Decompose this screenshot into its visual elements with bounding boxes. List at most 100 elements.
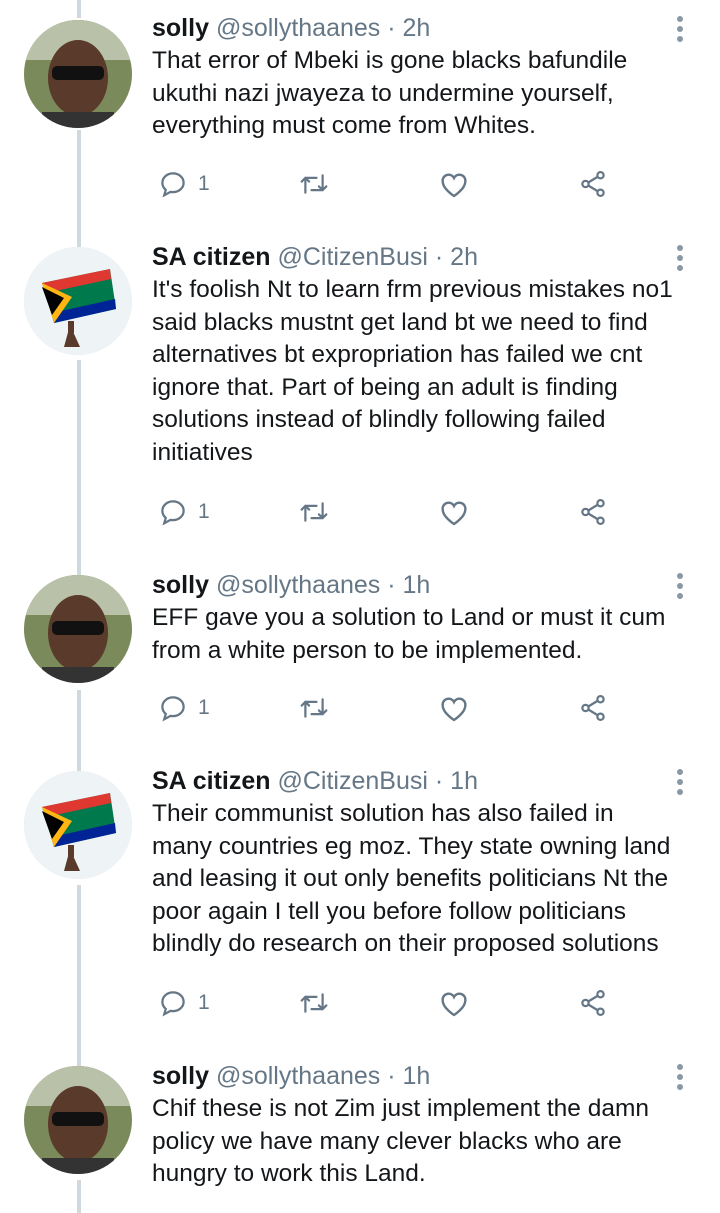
user-handle[interactable]: @sollythaanes	[216, 571, 380, 599]
tweet-header: solly @sollythaanes · 2h	[152, 12, 430, 44]
tweet-text: That error of Mbeki is gone blacks bafun…	[152, 45, 692, 143]
share-icon	[581, 171, 605, 197]
tweet-header: SA citizen @CitizenBusi · 2h	[152, 241, 478, 273]
separator-dot: ·	[387, 571, 396, 599]
more-options-icon[interactable]	[674, 769, 686, 799]
tweet-text-line: Their communist solution has also failed…	[152, 800, 614, 827]
more-options-icon[interactable]	[674, 573, 686, 603]
tweet-text-line: It's foolish Nt to learn frm previous mi…	[152, 276, 673, 303]
user-handle[interactable]: @CitizenBusi	[278, 243, 428, 271]
reply-button[interactable]: 1	[158, 492, 210, 532]
reply-icon	[161, 696, 185, 722]
reply-count: 1	[198, 172, 210, 195]
tweet[interactable]: SA citizen @CitizenBusi · 2h It's foolis…	[0, 241, 720, 551]
tweet-header: solly @sollythaanes · 1h	[152, 1060, 430, 1092]
tweet-actions: 1	[152, 164, 632, 204]
user-name[interactable]: solly	[152, 1062, 209, 1090]
user-handle[interactable]: @CitizenBusi	[278, 767, 428, 795]
user-handle[interactable]: @sollythaanes	[216, 14, 380, 42]
like-button[interactable]	[438, 164, 470, 204]
avatar[interactable]	[24, 247, 132, 355]
tweet-actions: 1	[152, 983, 632, 1023]
heart-icon	[441, 992, 467, 1017]
tweet-header: solly @sollythaanes · 1h	[152, 569, 430, 601]
share-icon	[581, 990, 605, 1016]
tweet-text-line: EFF gave you a solution to Land or must …	[152, 604, 666, 631]
avatar[interactable]	[24, 575, 132, 683]
user-name[interactable]: SA citizen	[152, 767, 271, 795]
more-options-icon[interactable]	[674, 245, 686, 275]
heart-icon	[441, 697, 467, 722]
retweet-button[interactable]	[298, 983, 330, 1023]
like-button[interactable]	[438, 492, 470, 532]
tweet-text-line: policy we have many clever blacks who ar…	[152, 1127, 622, 1155]
tweet-text-line: and leasing it out only benefits politic…	[152, 865, 669, 892]
user-name[interactable]: solly	[152, 14, 209, 42]
share-button[interactable]	[578, 164, 608, 204]
user-name[interactable]: SA citizen	[152, 243, 271, 271]
tweet-header: SA citizen @CitizenBusi · 1h	[152, 765, 478, 797]
retweet-button[interactable]	[298, 164, 330, 204]
separator-dot: ·	[434, 767, 444, 795]
heart-icon	[441, 173, 467, 198]
retweet-button[interactable]	[298, 492, 330, 532]
retweet-icon	[300, 993, 328, 1013]
like-button[interactable]	[438, 688, 470, 728]
share-button[interactable]	[578, 983, 608, 1023]
reply-icon	[161, 500, 185, 526]
timestamp[interactable]: 2h	[403, 14, 431, 42]
retweet-icon	[300, 174, 328, 194]
reply-count: 1	[198, 991, 210, 1014]
tweet-actions: 1	[152, 492, 632, 532]
share-icon	[581, 695, 605, 721]
tweet-text-line: solutions instead of blindly following f…	[152, 406, 606, 433]
like-button[interactable]	[438, 983, 470, 1023]
share-icon	[581, 499, 605, 525]
tweet-text-line: Chif these is not Zim just implement the…	[152, 1095, 650, 1122]
separator-dot: ·	[387, 1062, 396, 1090]
reply-count: 1	[198, 696, 210, 719]
user-name[interactable]: solly	[152, 571, 209, 599]
tweet-text: Their communist solution has also failed…	[152, 798, 692, 961]
timestamp[interactable]: 1h	[450, 767, 478, 795]
more-options-icon[interactable]	[674, 1064, 686, 1094]
reply-count: 1	[198, 500, 210, 523]
tweet-text-line: alternatives bt expropriation has failed…	[152, 341, 643, 368]
tweet-text-line: That error of Mbeki is gone blacks bafun…	[152, 47, 628, 74]
avatar[interactable]	[24, 20, 132, 128]
avatar[interactable]	[24, 1066, 132, 1174]
timestamp[interactable]: 2h	[450, 243, 478, 271]
retweet-icon	[300, 698, 328, 718]
tweet-text-line: initiatives	[152, 438, 253, 466]
tweet-text-line: ukuthi nazi jwayeza to undermine yoursel…	[152, 79, 614, 107]
tweet-text-line: everything must come from Whites.	[152, 112, 536, 139]
separator-dot: ·	[434, 243, 444, 271]
tweet-text-line: poor again I tell you before follow poli…	[152, 897, 626, 925]
reply-button[interactable]: 1	[158, 688, 210, 728]
reply-button[interactable]: 1	[158, 164, 210, 204]
tweet-text: Chif these is not Zim just implement the…	[152, 1093, 692, 1191]
tweet-text-line: from a white person to be implemented.	[152, 636, 583, 664]
separator-dot: ·	[387, 14, 396, 42]
tweet-actions: 1	[152, 688, 632, 728]
reply-button[interactable]: 1	[158, 983, 210, 1023]
avatar[interactable]	[24, 771, 132, 879]
retweet-button[interactable]	[298, 688, 330, 728]
tweet[interactable]: solly @sollythaanes · 1h EFF gave you a …	[0, 569, 720, 739]
tweet[interactable]: SA citizen @CitizenBusi · 1h Their commu…	[0, 765, 720, 1035]
share-button[interactable]	[578, 492, 608, 532]
more-options-icon[interactable]	[674, 16, 686, 46]
user-handle[interactable]: @sollythaanes	[216, 1062, 380, 1090]
reply-icon	[161, 991, 185, 1017]
heart-icon	[441, 501, 467, 526]
retweet-icon	[300, 502, 328, 522]
tweet-text-line: hungry to work this Land.	[152, 1160, 426, 1187]
share-button[interactable]	[578, 688, 608, 728]
timestamp[interactable]: 1h	[403, 571, 431, 599]
reply-icon	[161, 172, 185, 198]
tweet-text-line: ignore that. Part of being an adult is f…	[152, 373, 618, 401]
tweet[interactable]: solly @sollythaanes · 2h That error of M…	[0, 12, 720, 222]
tweet[interactable]: solly @sollythaanes · 1h Chif these is n…	[0, 1060, 720, 1210]
tweet-text: It's foolish Nt to learn frm previous mi…	[152, 274, 692, 469]
timestamp[interactable]: 1h	[403, 1062, 431, 1090]
